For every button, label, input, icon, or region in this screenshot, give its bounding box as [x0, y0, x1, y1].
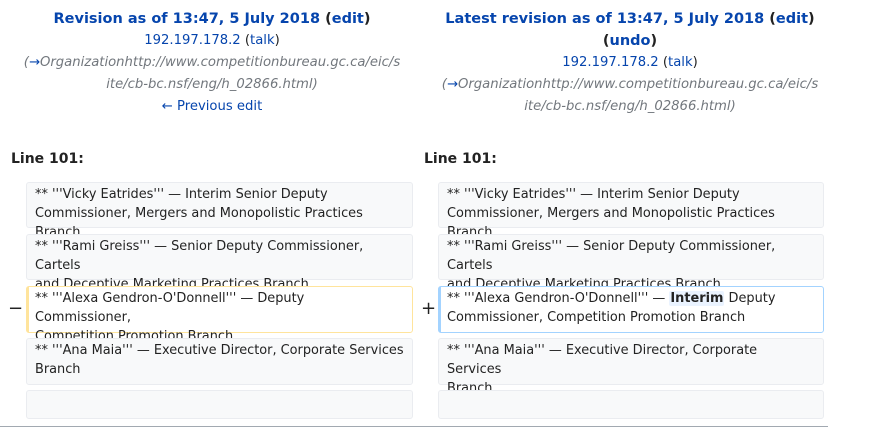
diff-context-right-empty	[438, 390, 824, 419]
right-revision-title: Latest revision as of 13:47, 5 July 2018…	[445, 11, 815, 27]
diff-text: Commissioner, Competition Promotion Bran…	[447, 310, 746, 325]
right-edit-comment: (→Organizationhttp://www.competitionbure…	[441, 77, 819, 114]
right-line-number: Line 101:	[424, 151, 497, 167]
diff-text: ** '''Alexa Gendron-O'Donnell''' — Deput…	[35, 291, 305, 325]
undo-line: (undo)	[602, 33, 658, 49]
diff-context-right: ** '''Rami Greiss''' — Senior Deputy Com…	[438, 234, 824, 292]
diff-context-left: ** '''Ana Maia''' — Executive Director, …	[26, 338, 413, 385]
right-edit-link[interactable]: edit	[776, 11, 808, 27]
diff-text: Branch	[35, 362, 81, 377]
left-edit-comment: (→Organizationhttp://www.competitionbure…	[23, 55, 401, 92]
diff-context-right: ** '''Ana Maia''' — Executive Director, …	[438, 338, 824, 396]
diff-inline-insertion: Interim	[669, 291, 725, 306]
right-talk-link[interactable]: talk	[668, 55, 693, 70]
diff-added-line: ** '''Alexa Gendron-O'Donnell''' — Inter…	[438, 286, 824, 333]
left-revision-link[interactable]: Revision as of 13:47, 5 July 2018	[54, 11, 321, 27]
left-revision-title: Revision as of 13:47, 5 July 2018 (edit)	[53, 11, 371, 27]
left-comment-text-1: Organizationhttp://www.competitionbureau…	[40, 55, 401, 70]
diff-context-left: ** '''Vicky Eatrides''' — Interim Senior…	[26, 182, 413, 240]
right-section-arrow-link[interactable]: →	[447, 77, 458, 92]
diff-context-right: ** '''Vicky Eatrides''' — Interim Senior…	[438, 182, 824, 240]
diff-text: ** '''Vicky Eatrides''' — Interim Senior…	[35, 187, 328, 202]
diff-deleted-line: ** '''Alexa Gendron-O'Donnell''' — Deput…	[26, 286, 413, 344]
added-line-marker: +	[421, 298, 437, 319]
left-section-arrow-link[interactable]: →	[29, 55, 40, 70]
right-user-link[interactable]: 192.197.178.2	[562, 55, 658, 70]
previous-edit-link[interactable]: ← Previous edit	[162, 99, 262, 114]
diff-text: ** '''Alexa Gendron-O'Donnell''' —	[447, 291, 670, 306]
right-user-line: 192.197.178.2 (talk)	[562, 55, 698, 70]
right-comment-text-1: Organizationhttp://www.competitionbureau…	[458, 77, 819, 92]
right-comment-text-2: ite/cb-bc.nsf/eng/h_02866.html	[524, 99, 731, 114]
left-edit-link[interactable]: edit	[332, 11, 364, 27]
left-talk-link[interactable]: talk	[250, 33, 275, 48]
content-bottom-divider	[0, 426, 828, 427]
diff-context-left: ** '''Rami Greiss''' — Senior Deputy Com…	[26, 234, 413, 292]
deleted-line-marker: −	[8, 298, 24, 319]
left-comment-text-2: ite/cb-bc.nsf/eng/h_02866.html	[106, 77, 313, 92]
left-revision-header: Revision as of 13:47, 5 July 2018 (edit)…	[0, 8, 424, 118]
diff-context-left-empty	[26, 390, 413, 419]
undo-link[interactable]: undo	[610, 33, 651, 49]
diff-text: ** '''Vicky Eatrides''' — Interim Senior…	[447, 187, 740, 202]
diff-text: ** '''Rami Greiss''' — Senior Deputy Com…	[35, 239, 364, 273]
left-line-number: Line 101:	[11, 151, 84, 167]
right-revision-link[interactable]: Latest revision as of 13:47, 5 July 2018	[445, 11, 764, 27]
diff-text: ** '''Rami Greiss''' — Senior Deputy Com…	[447, 239, 776, 273]
left-user-line: 192.197.178.2 (talk)	[144, 33, 280, 48]
diff-text: ** '''Ana Maia''' — Executive Director, …	[35, 343, 404, 358]
left-user-link[interactable]: 192.197.178.2	[144, 33, 240, 48]
diff-text: ** '''Ana Maia''' — Executive Director, …	[447, 343, 758, 377]
diff-text: Deputy	[724, 291, 776, 306]
right-revision-header: Latest revision as of 13:47, 5 July 2018…	[418, 8, 842, 118]
